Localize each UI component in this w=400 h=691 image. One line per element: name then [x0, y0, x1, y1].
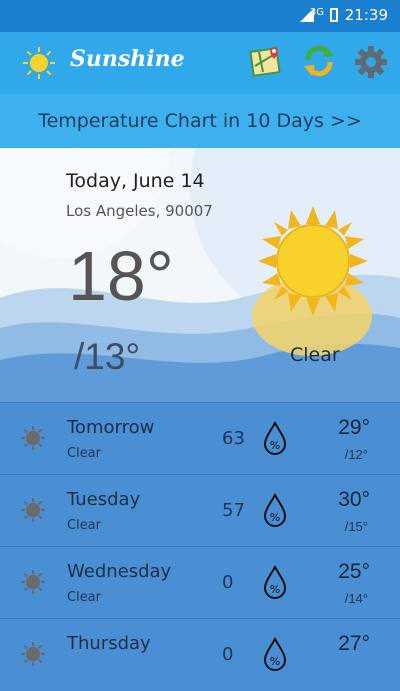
- refresh-icon[interactable]: [302, 44, 336, 78]
- temperature-chart-link[interactable]: Temperature Chart in 10 Days >>: [0, 94, 400, 148]
- signal-icon: [300, 8, 314, 22]
- svg-text:%: %: [270, 511, 280, 524]
- svg-text:%: %: [270, 583, 280, 596]
- humidity-drop-icon: %: [263, 637, 287, 671]
- sun-logo-icon: [23, 47, 55, 79]
- today-date: Today, June 14: [66, 170, 205, 192]
- forecast-day: Thursday: [67, 633, 151, 654]
- sun-weather-icon: [258, 206, 368, 316]
- forecast-condition: Clear: [67, 518, 101, 533]
- svg-text:%: %: [270, 439, 280, 452]
- humidity-drop-icon: %: [263, 565, 287, 599]
- humidity-value: 0: [222, 644, 234, 665]
- forecast-condition: Clear: [67, 446, 101, 461]
- map-icon[interactable]: [249, 44, 283, 78]
- settings-gear-icon[interactable]: [354, 45, 388, 79]
- app-title: Sunshine: [70, 46, 185, 72]
- forecast-high: 27°: [338, 632, 370, 655]
- app-bar: Sunshine: [0, 32, 400, 94]
- today-low-temp: /13°: [74, 336, 141, 377]
- sun-icon: [21, 426, 45, 450]
- humidity-drop-icon: %: [263, 421, 287, 455]
- svg-text:%: %: [270, 655, 280, 668]
- forecast-row[interactable]: Wednesday Clear 0 % 25° /14°: [0, 546, 400, 619]
- today-condition: Clear: [290, 344, 340, 366]
- sun-icon: [21, 498, 45, 522]
- today-high-temp: 18°: [68, 237, 174, 315]
- status-time: 21:39: [344, 6, 388, 24]
- forecast-day: Tomorrow: [67, 417, 155, 438]
- location-label: Los Angeles, 90007: [66, 202, 213, 220]
- humidity-value: 63: [222, 428, 245, 449]
- forecast-list: Tomorrow Clear 63 % 29° /12° Tuesday Cle…: [0, 402, 400, 671]
- humidity-drop-icon: %: [263, 493, 287, 527]
- status-bar: 3G 21:39: [0, 0, 400, 32]
- forecast-day: Tuesday: [67, 489, 141, 510]
- forecast-high: 25°: [338, 560, 370, 583]
- forecast-low: /15°: [344, 519, 368, 534]
- forecast-low: /12°: [344, 447, 368, 462]
- sun-icon: [21, 570, 45, 594]
- forecast-day: Wednesday: [67, 561, 172, 582]
- sun-icon: [21, 642, 45, 666]
- forecast-low: /14°: [344, 591, 368, 606]
- forecast-high: 29°: [338, 416, 370, 439]
- forecast-row[interactable]: Tomorrow Clear 63 % 29° /12°: [0, 402, 400, 475]
- humidity-value: 0: [222, 572, 234, 593]
- today-panel: Today, June 14 Los Angeles, 90007 18° /1…: [0, 148, 400, 402]
- forecast-condition: Clear: [67, 590, 101, 605]
- forecast-row[interactable]: Thursday 0 % 27°: [0, 618, 400, 691]
- forecast-row[interactable]: Tuesday Clear 57 % 30° /15°: [0, 474, 400, 547]
- forecast-high: 30°: [338, 488, 370, 511]
- humidity-value: 57: [222, 500, 245, 521]
- battery-icon: [330, 8, 338, 22]
